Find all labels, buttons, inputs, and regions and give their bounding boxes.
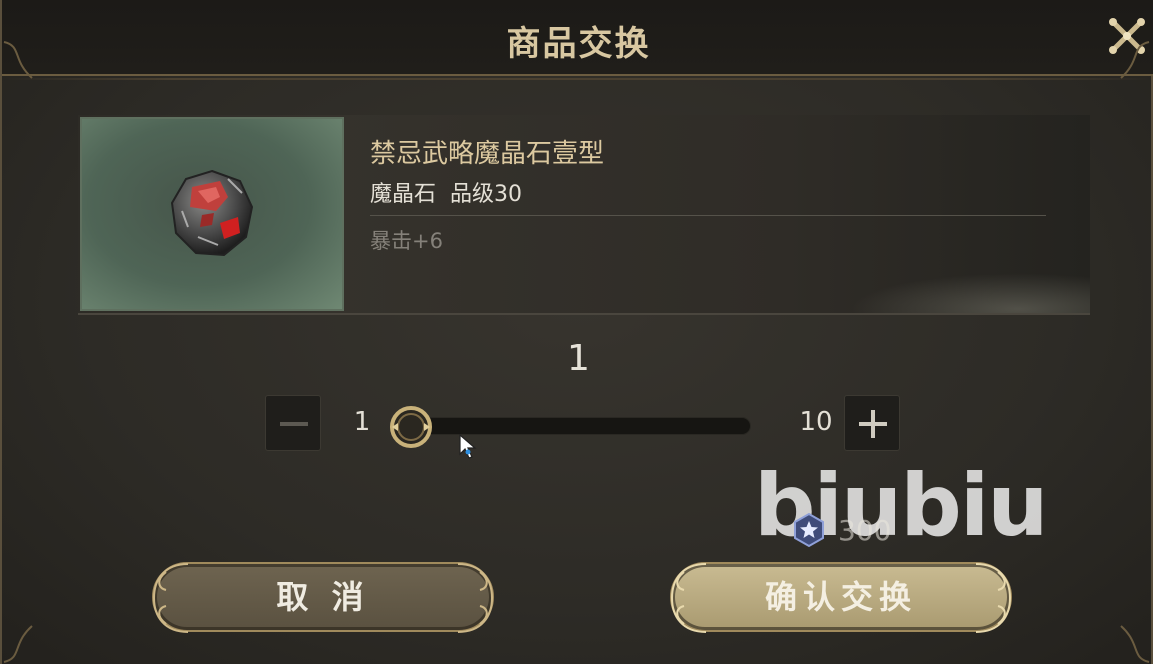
exchange-dialog: 商品交换 禁忌武略魔晶石壹型 魔晶石 品级30 暴击+6 1 1 10 biub… bbox=[0, 0, 1153, 664]
frame-corner-ornament-icon bbox=[3, 625, 33, 663]
slider-handle[interactable] bbox=[388, 404, 434, 450]
button-ornament-right-icon bbox=[975, 563, 1012, 633]
dialog-header: 商品交换 bbox=[2, 0, 1153, 80]
button-ornament-right-icon bbox=[457, 563, 494, 633]
slider-max-label: 10 bbox=[799, 407, 833, 437]
confirm-exchange-button[interactable]: 确认交换 bbox=[670, 562, 1012, 633]
star-gem-currency-icon bbox=[794, 512, 824, 548]
cancel-button-label: 取 消 bbox=[276, 578, 370, 616]
button-ornament-left-icon bbox=[670, 563, 707, 633]
magic-crystal-stone-icon bbox=[170, 169, 254, 257]
frame-corner-ornament-icon bbox=[1120, 625, 1150, 663]
item-thumbnail bbox=[80, 117, 344, 311]
item-divider bbox=[370, 215, 1046, 216]
dialog-title: 商品交换 bbox=[506, 24, 651, 64]
confirm-button-label: 确认交换 bbox=[764, 578, 917, 616]
decrease-button[interactable] bbox=[265, 395, 321, 451]
minus-icon bbox=[280, 422, 308, 426]
cost-value: 300 bbox=[838, 514, 892, 547]
mouse-pointer-icon bbox=[459, 434, 477, 459]
close-x-icon bbox=[1109, 18, 1145, 54]
item-stat: 暴击+6 bbox=[370, 229, 443, 253]
item-name: 禁忌武略魔晶石壹型 bbox=[370, 139, 605, 169]
item-info-panel: 禁忌武略魔晶石壹型 魔晶石 品级30 暴击+6 bbox=[78, 115, 1090, 315]
increase-button[interactable] bbox=[844, 395, 900, 451]
cancel-button[interactable]: 取 消 bbox=[152, 562, 494, 633]
quantity-slider[interactable] bbox=[395, 417, 751, 435]
item-type-grade: 魔晶石 品级30 bbox=[370, 182, 522, 207]
quantity-display: 1 bbox=[567, 338, 590, 379]
button-ornament-left-icon bbox=[152, 563, 189, 633]
slider-min-label: 1 bbox=[353, 407, 371, 437]
close-button[interactable] bbox=[1105, 14, 1149, 58]
plus-icon-vertical bbox=[871, 410, 875, 438]
